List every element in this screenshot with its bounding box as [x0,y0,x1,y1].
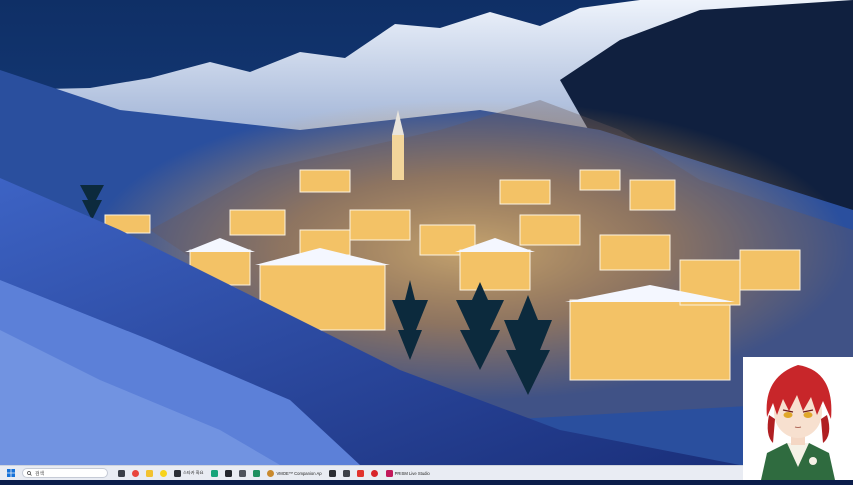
taskbar-app-5-label: 스타카 화요 [183,470,204,475]
taskbar-app-13[interactable] [356,468,366,479]
search-icon [27,470,32,476]
app-8-icon [238,469,246,477]
windows-icon [6,469,15,477]
avatar [761,365,835,480]
app-12-icon [343,469,351,477]
app-13-icon [357,469,365,477]
app-11-icon [329,469,337,477]
streamer-avatar-panel [743,357,853,480]
taskbar-app-6[interactable] [209,468,219,479]
taskbar-app-companion-label: VMOE™ Companion Ap [276,470,322,476]
chrome-icon [131,469,139,477]
app-14-icon [371,469,379,477]
taskbar-app-companion[interactable]: VMOE™ Companion Ap [265,468,323,479]
taskbar-search-box[interactable]: 검색 [22,468,108,478]
app-9-icon [252,469,260,477]
app-5-icon [174,469,181,477]
app-7-icon [224,469,232,477]
taskbar-app-7[interactable] [223,468,233,479]
taskbar-app-file-explorer[interactable] [144,468,154,479]
companion-icon [267,469,275,477]
prism-icon [385,469,393,477]
task-view-icon [117,469,125,477]
taskbar-app-prism[interactable]: PRISM Live Studio [384,468,432,479]
taskbar-app-chrome[interactable] [130,468,140,479]
taskbar-app-11[interactable] [328,468,338,479]
taskbar-app-8[interactable] [237,468,247,479]
taskbar-app-prism-label: PRISM Live Studio [394,470,430,476]
taskbar-app-12[interactable] [342,468,352,479]
taskbar-app-14[interactable] [370,468,380,479]
start-button[interactable] [5,468,16,479]
taskbar: 검색 스타카 화요 VMOE™ Companion Ap PRISM Live … [0,465,853,480]
kakaotalk-icon [159,469,167,477]
folder-icon [145,469,153,477]
taskbar-app-task-view[interactable] [116,468,126,479]
taskbar-app-5[interactable]: 스타카 화요 [172,468,205,479]
wallpaper-snowy-village [0,0,853,465]
search-placeholder: 검색 [35,470,45,477]
app-6-icon [210,469,218,477]
taskbar-app-9[interactable] [251,468,261,479]
taskbar-app-kakaotalk[interactable] [158,468,168,479]
